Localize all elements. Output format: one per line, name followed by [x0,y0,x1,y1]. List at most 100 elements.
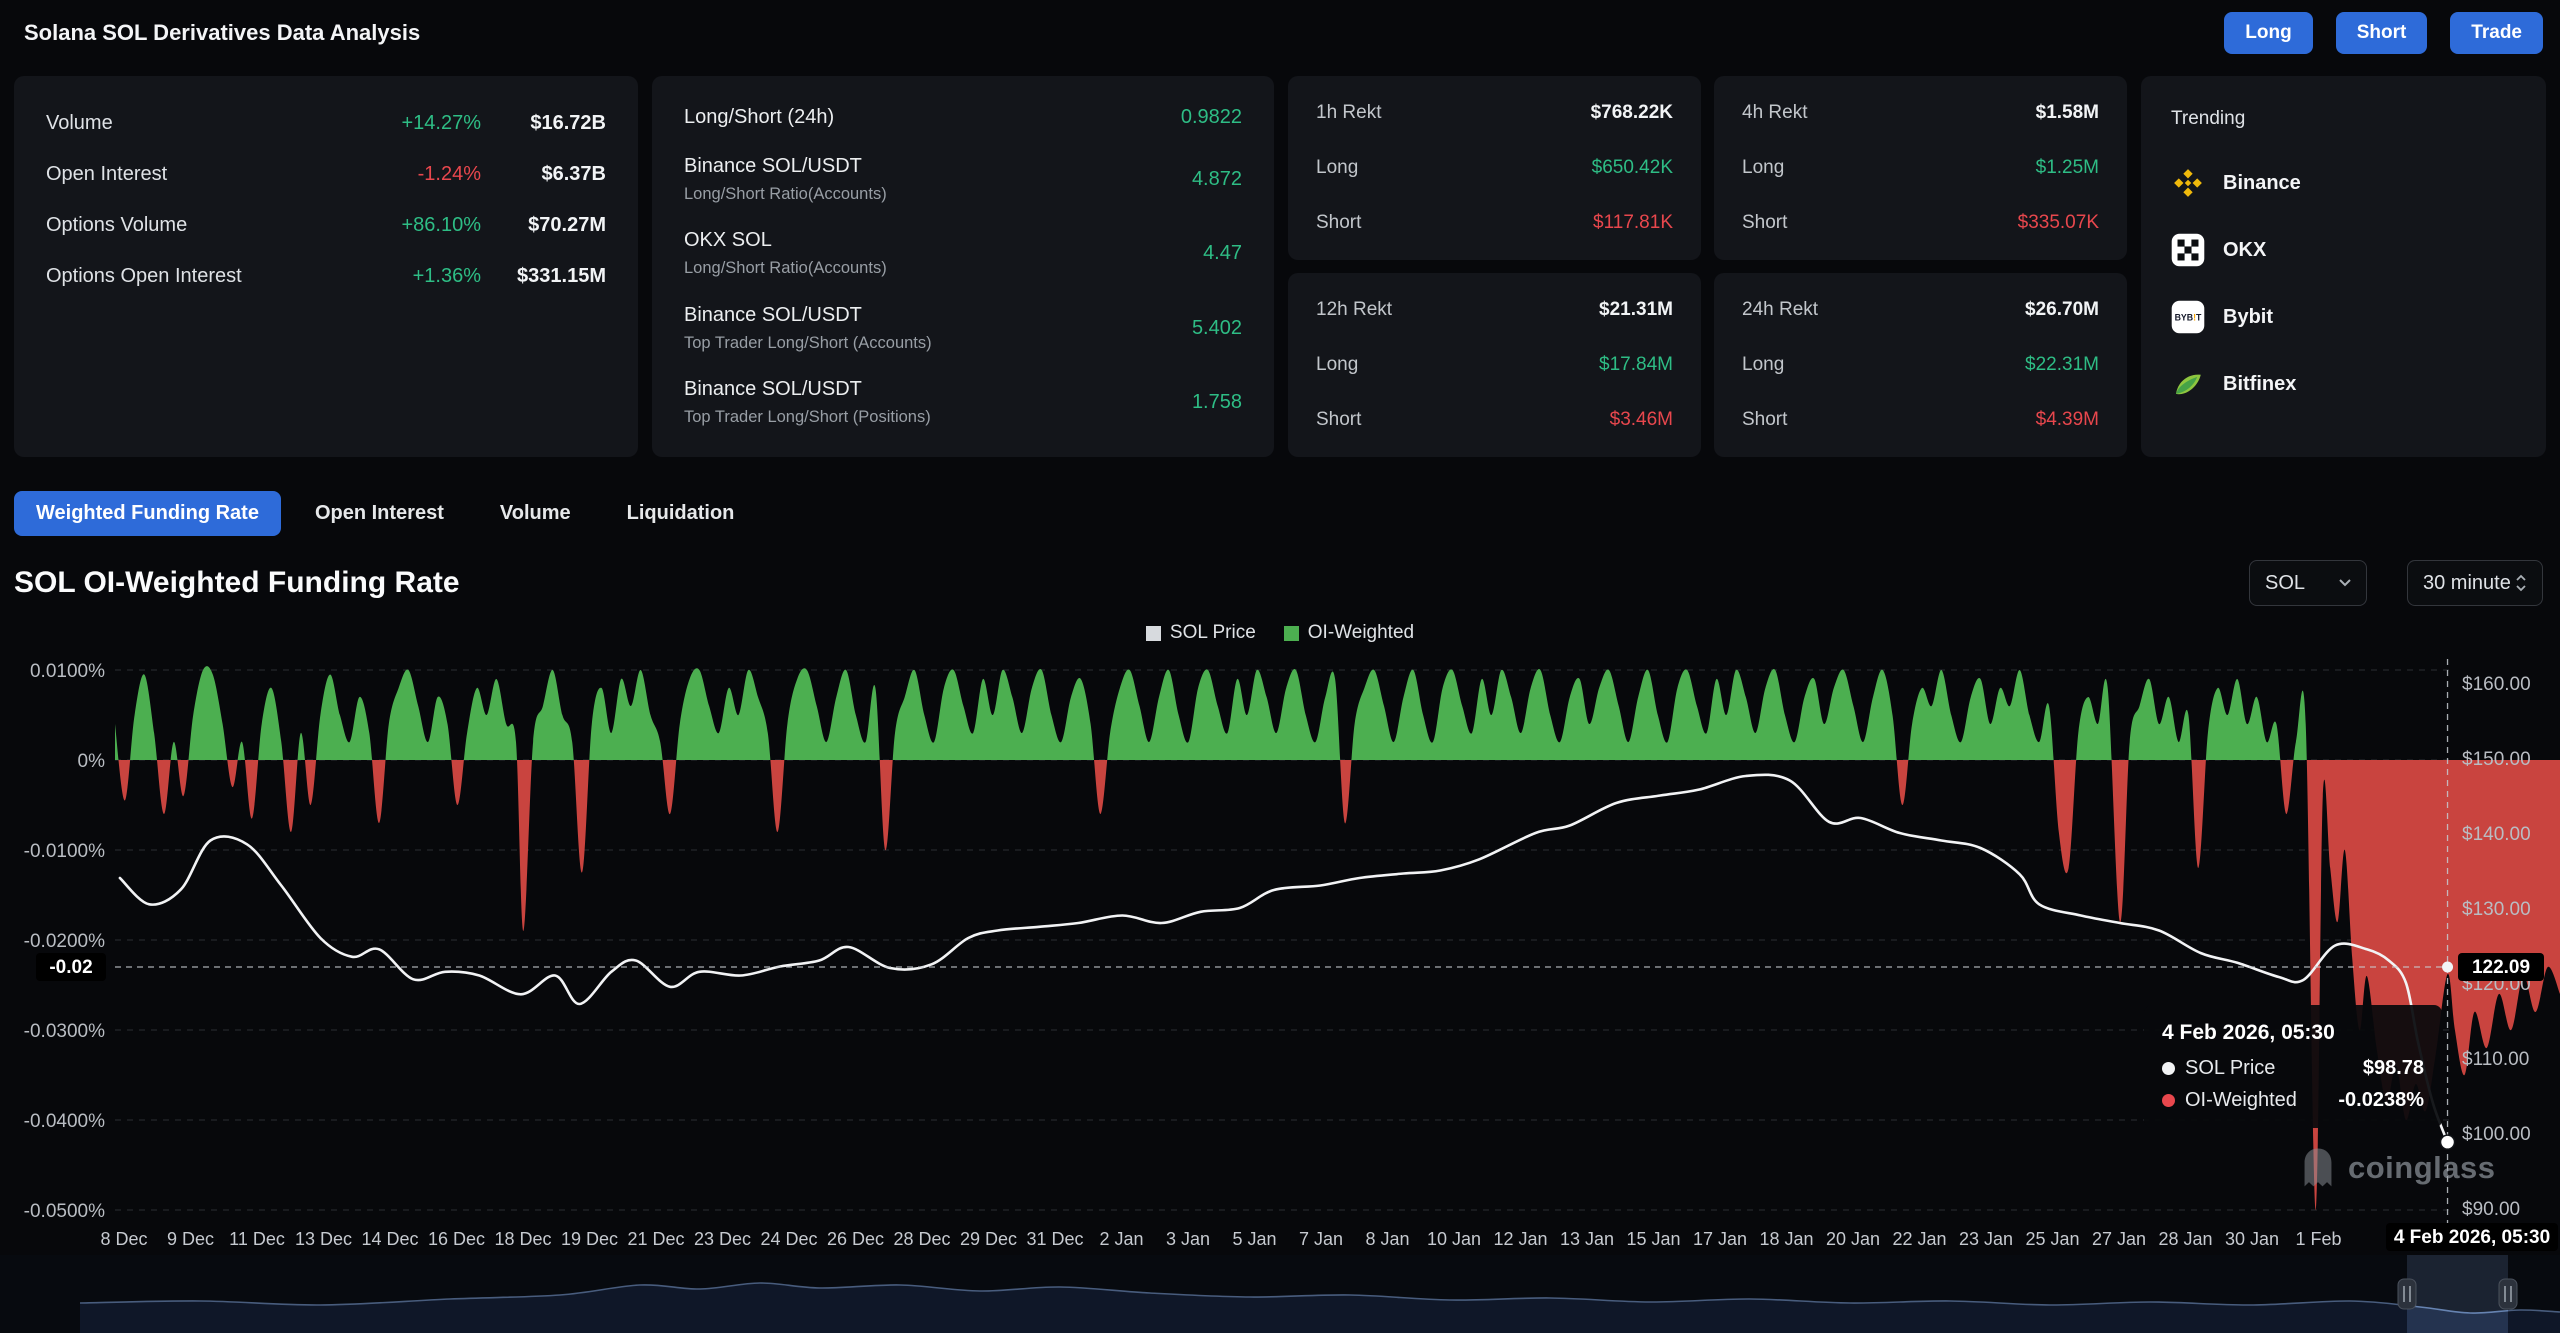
funding-rate-chart[interactable]: 0.0100%0%-0.0100%-0.0200%-0.0300%-0.0400… [0,655,2560,1255]
trending-item-binance[interactable]: Binance [2171,166,2516,200]
navigator-mask-left [0,1255,2407,1333]
tab-liquidation[interactable]: Liquidation [605,491,757,536]
trending-item-bitfinex[interactable]: Bitfinex [2171,367,2516,401]
x-axis-label: 5 Jan [1232,1229,1276,1249]
rekt-long-value: $17.84M [1599,354,1673,376]
x-axis-label: 26 Dec [827,1229,884,1249]
navigator-selected-range[interactable] [2407,1255,2508,1333]
chart-title: SOL OI-Weighted Funding Rate [14,566,460,600]
rekt-title: 1h Rekt [1316,102,1381,124]
y-axis-label-right: $140.00 [2462,824,2531,845]
x-axis-label: 17 Jan [1693,1229,1747,1249]
chevron-up-down-icon [2515,573,2527,593]
y-axis-label-left: 0% [78,751,106,772]
tooltip-dot-oi [2162,1094,2175,1107]
y-axis-label-left: -0.0300% [24,1021,105,1042]
tooltip-label: SOL Price [2185,1057,2275,1080]
ls-row-top-trader-accounts: Binance SOL/USDT Top Trader Long/Short (… [684,304,1242,353]
page-header: Solana SOL Derivatives Data Analysis Lon… [0,0,2560,54]
x-axis-label: 19 Dec [561,1229,618,1249]
short-button[interactable]: Short [2336,12,2428,54]
x-axis-label: 2 Jan [1099,1229,1143,1249]
ls-label: Binance SOL/USDT [684,304,1192,327]
rekt-long-value: $1.25M [2036,157,2099,179]
ls-value: 0.9822 [1181,106,1242,129]
long-button[interactable]: Long [2224,12,2312,54]
binance-icon [2171,166,2205,200]
oi-weighted-swatch [1284,626,1299,641]
tooltip-label: OI-Weighted [2185,1089,2297,1112]
ls-sublabel: Long/Short Ratio(Accounts) [684,185,1192,204]
stat-label: Open Interest [46,163,346,186]
rekt-title: 4h Rekt [1742,102,1807,124]
market-stats-card: Volume +14.27% $16.72B Open Interest -1.… [14,76,638,457]
x-axis-label: 22 Jan [1892,1229,1946,1249]
chevron-down-icon [2339,579,2351,587]
stat-label: Volume [46,112,346,135]
stat-value: $6.37B [481,163,606,186]
y-axis-label-left: -0.0400% [24,1111,105,1132]
ls-label: Long/Short (24h) [684,106,1181,129]
trade-button[interactable]: Trade [2450,12,2543,54]
tab-weighted-funding-rate[interactable]: Weighted Funding Rate [14,491,281,536]
page-title: Solana SOL Derivatives Data Analysis [24,20,420,46]
navigator-handle-left[interactable] [2398,1279,2416,1309]
svg-text:BYB!T: BYB!T [2175,313,2202,323]
y-axis-label-right: $110.00 [2462,1049,2529,1070]
navigator-handle-right[interactable] [2499,1279,2517,1309]
sol-price-swatch [1146,626,1161,641]
tooltip-value: $98.78 [2363,1057,2424,1080]
legend-sol-price[interactable]: SOL Price [1146,622,1256,644]
tab-open-interest[interactable]: Open Interest [293,491,466,536]
rekt-long-value: $650.42K [1592,157,1673,179]
x-axis-label: 21 Dec [627,1229,684,1249]
x-axis-label: 3 Jan [1166,1229,1210,1249]
stat-row-options-volume: Options Volume +86.10% $70.27M [46,214,606,237]
stat-value: $16.72B [481,112,606,135]
tab-volume[interactable]: Volume [478,491,593,536]
trending-item-label: Bybit [2223,306,2273,329]
stat-label: Options Open Interest [46,265,346,288]
chart-tabs: Weighted Funding Rate Open Interest Volu… [0,457,2560,536]
ls-row-okx-accounts: OKX SOL Long/Short Ratio(Accounts) 4.47 [684,229,1242,278]
legend-label: SOL Price [1170,622,1256,644]
rekt-short-value: $3.46M [1610,409,1673,431]
trending-item-label: OKX [2223,239,2266,262]
x-axis-label: 14 Dec [361,1229,418,1249]
y-axis-label-right: $100.00 [2462,1124,2531,1145]
x-axis-label: 15 Jan [1626,1229,1680,1249]
y-axis-label-right: $90.00 [2462,1199,2520,1220]
summary-cards-row: Volume +14.27% $16.72B Open Interest -1.… [0,76,2560,457]
rekt-long-label: Long [1316,354,1358,376]
oi-weighted-area-positive [115,666,2560,1210]
chart-navigator[interactable] [0,1255,2560,1333]
rekt-long-value: $22.31M [2025,354,2099,376]
interval-select-value: 30 minute [2423,572,2511,595]
ls-sublabel: Top Trader Long/Short (Accounts) [684,334,1192,353]
interval-select[interactable]: 30 minute [2407,560,2543,606]
tooltip-time: 4 Feb 2026, 05:30 [2162,1021,2424,1045]
rekt-card-1h: 1h Rekt$768.22K Long$650.42K Short$117.8… [1288,76,1701,260]
symbol-select[interactable]: SOL [2249,560,2367,606]
trending-item-bybit[interactable]: BYB!T Bybit [2171,300,2516,334]
ls-value: 1.758 [1192,391,1242,414]
crosshair-intersection-dot [2442,962,2453,973]
symbol-select-value: SOL [2265,572,2305,595]
rekt-card-4h: 4h Rekt$1.58M Long$1.25M Short$335.07K [1714,76,2127,260]
x-axis-label: 18 Jan [1759,1229,1813,1249]
ls-label: Binance SOL/USDT [684,378,1192,401]
ls-row-binance-accounts: Binance SOL/USDT Long/Short Ratio(Accoun… [684,155,1242,204]
rekt-short-label: Short [1742,212,1787,234]
rekt-card-12h: 12h Rekt$21.31M Long$17.84M Short$3.46M [1288,273,1701,457]
rekt-short-label: Short [1742,409,1787,431]
chart-tooltip: 4 Feb 2026, 05:30 SOL Price $98.78 OI-We… [2144,1005,2442,1128]
legend-oi-weighted[interactable]: OI-Weighted [1284,622,1414,644]
x-axis-label: 24 Dec [760,1229,817,1249]
rekt-short-label: Short [1316,212,1361,234]
stat-change: +86.10% [346,214,481,237]
ls-value: 5.402 [1192,317,1242,340]
ls-label: OKX SOL [684,229,1203,252]
ls-label: Binance SOL/USDT [684,155,1192,178]
y-axis-label-left: 0.0100% [30,661,105,682]
trending-item-okx[interactable]: OKX [2171,233,2516,267]
